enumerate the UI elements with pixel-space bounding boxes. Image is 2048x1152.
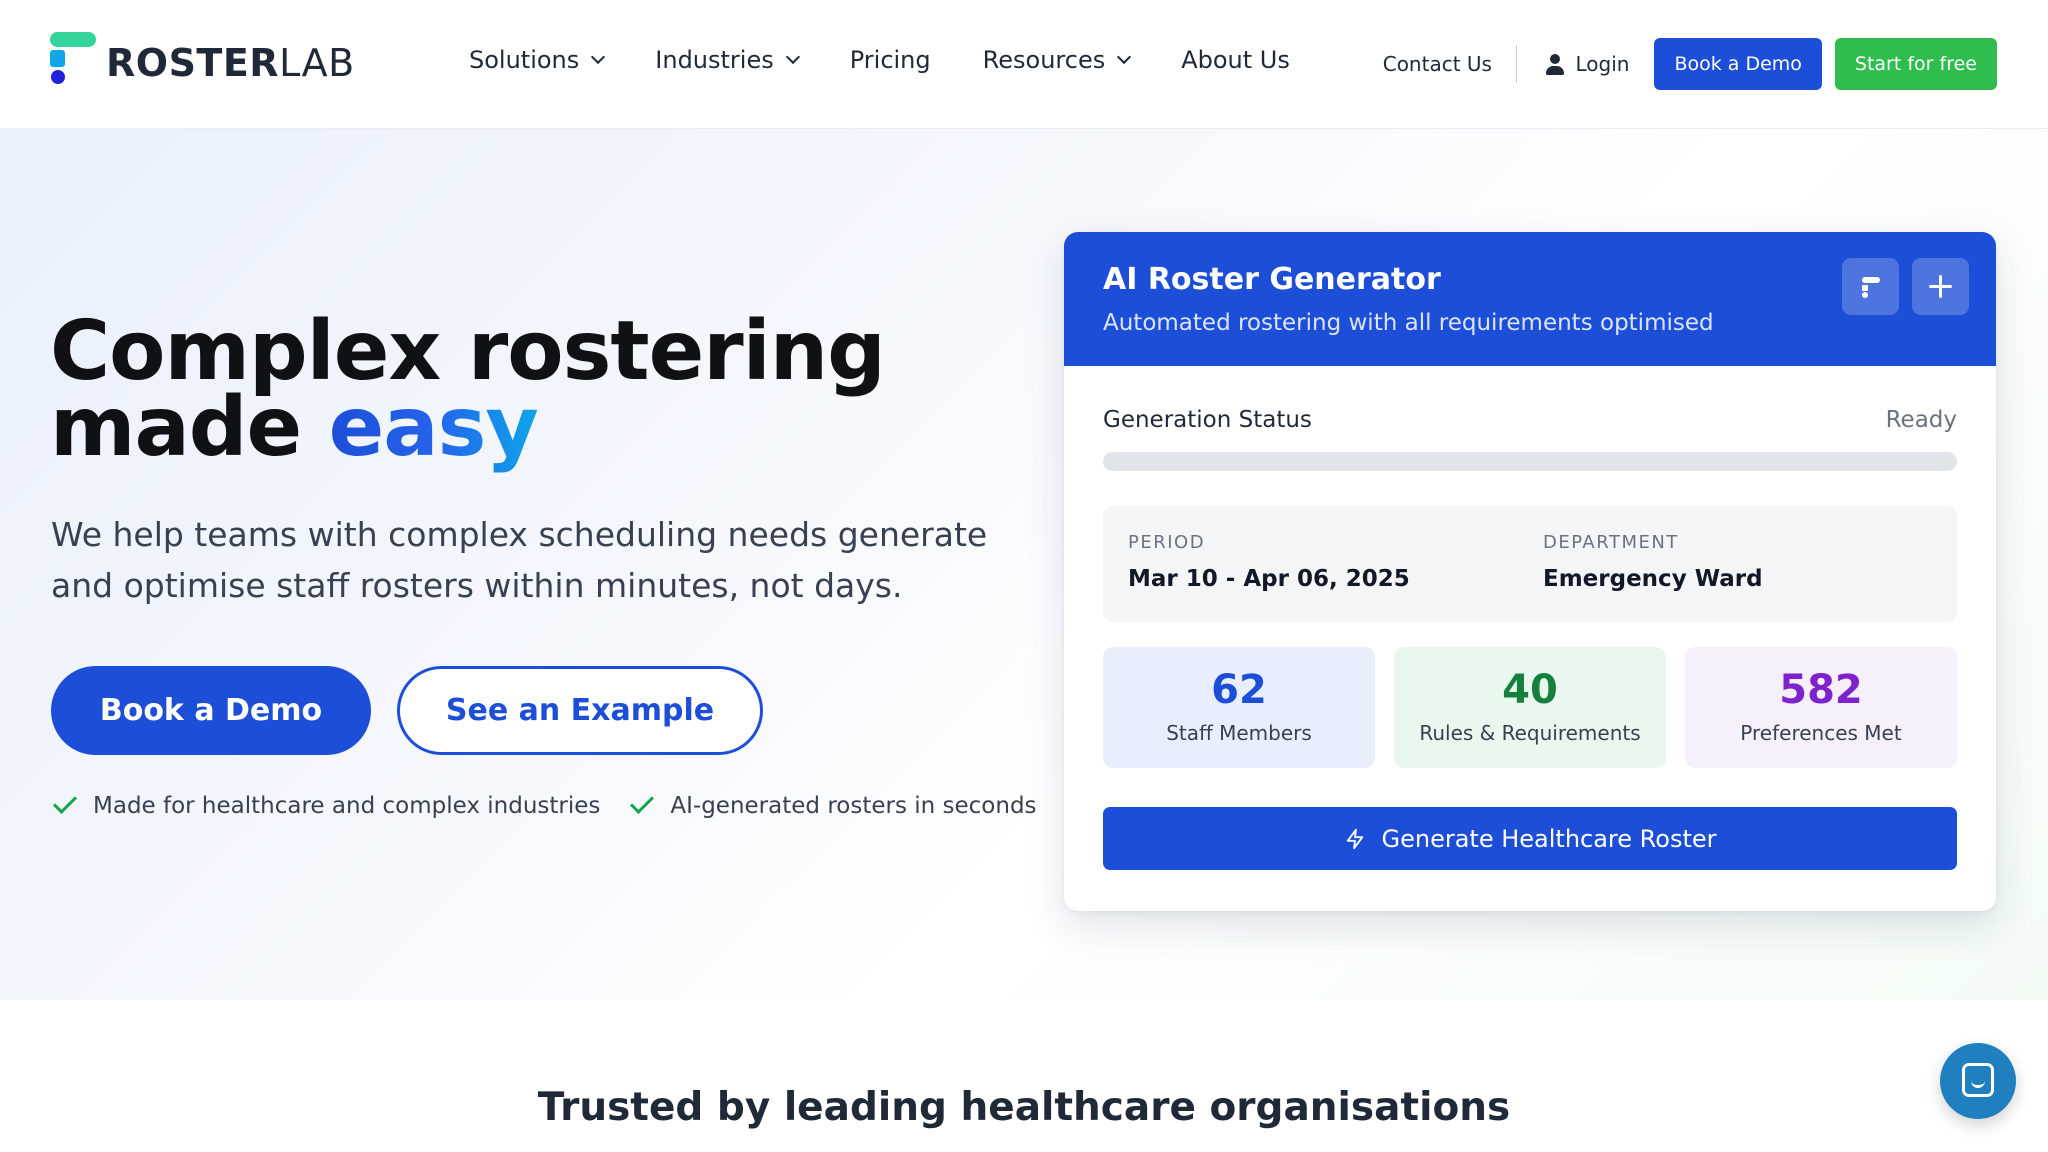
headline-highlight: easy — [328, 380, 539, 475]
trusted-by-heading: Trusted by leading healthcare organisati… — [537, 1085, 1511, 1130]
hero-headline: Complex rostering made easy — [50, 311, 886, 469]
menu-item-label: Industries — [655, 46, 774, 74]
generation-status-value: Ready — [1885, 407, 1957, 433]
menu-item-industries[interactable]: Industries — [655, 46, 800, 74]
stats-row: 62 Staff Members 40 Rules & Requirements… — [1103, 647, 1957, 768]
checklist-item-label: Made for healthcare and complex industri… — [93, 793, 601, 819]
book-demo-nav-button[interactable]: Book a Demo — [1654, 38, 1822, 90]
headline-line-2-prefix: made — [50, 380, 329, 475]
check-icon — [52, 789, 78, 815]
stat-label: Rules & Requirements — [1419, 721, 1641, 745]
stat-label: Preferences Met — [1740, 721, 1902, 745]
stat-preferences-met: 582 Preferences Met — [1685, 647, 1957, 768]
department-value: Emergency Ward — [1543, 566, 1763, 592]
logo-mark-icon — [50, 32, 100, 86]
menu-item-label: Pricing — [849, 46, 931, 74]
menu-item-label: Resources — [982, 46, 1106, 74]
hero-cta-row: Book a Demo See an Example — [51, 666, 763, 755]
stat-value: 62 — [1211, 667, 1267, 713]
hero-subtitle: We help teams with complex scheduling ne… — [51, 515, 988, 605]
menu-item-resources[interactable]: Resources — [982, 46, 1132, 74]
period-value: Mar 10 - Apr 06, 2025 — [1128, 566, 1410, 592]
see-example-button[interactable]: See an Example — [397, 666, 763, 755]
card-header: AI Roster Generator Automated rostering … — [1064, 232, 1996, 366]
card-subtitle: Automated rostering with all requirement… — [1103, 310, 1714, 336]
plus-icon — [1929, 275, 1952, 298]
roster-info-panel: PERIOD Mar 10 - Apr 06, 2025 DEPARTMENT … — [1103, 506, 1957, 622]
book-demo-button[interactable]: Book a Demo — [51, 666, 371, 755]
chat-launcher-button[interactable] — [1940, 1043, 2016, 1119]
add-button[interactable] — [1912, 258, 1969, 315]
bolt-icon — [1346, 828, 1363, 849]
stat-staff-members: 62 Staff Members — [1103, 647, 1375, 768]
nav-divider — [1515, 45, 1518, 83]
generation-progress-bar — [1103, 452, 1957, 471]
menu-item-label: About Us — [1181, 46, 1290, 74]
checklist-item-label: AI-generated rosters in seconds — [670, 793, 1037, 819]
rosterlab-mini-icon — [1862, 277, 1880, 298]
stat-value: 582 — [1779, 667, 1863, 713]
generation-status-label: Generation Status — [1103, 407, 1312, 433]
check-icon — [630, 789, 655, 815]
stat-label: Staff Members — [1166, 721, 1312, 745]
stat-value: 40 — [1502, 667, 1558, 713]
nav-actions: Contact Us Login Book a Demo Start for f… — [1383, 38, 1997, 90]
roster-generator-card: AI Roster Generator Automated rostering … — [1064, 232, 1996, 911]
chevron-down-icon — [785, 49, 800, 65]
checklist-item: Made for healthcare and complex industri… — [51, 789, 601, 819]
rosterlab-logo[interactable]: ROSTERLAB — [50, 32, 355, 86]
generate-roster-button[interactable]: Generate Healthcare Roster — [1103, 807, 1957, 870]
chevron-down-icon — [591, 49, 606, 65]
chevron-down-icon — [1117, 49, 1132, 65]
top-navbar: ROSTERLAB Solutions Industries Pricing R… — [0, 0, 2048, 129]
start-for-free-button[interactable]: Start for free — [1834, 38, 1997, 90]
checklist-item: AI-generated rosters in seconds — [628, 789, 1037, 819]
login-link[interactable]: Login — [1545, 52, 1629, 76]
main-menu: Solutions Industries Pricing Resources A… — [469, 46, 1342, 74]
period-label: PERIOD — [1128, 532, 1206, 553]
logo-action-button[interactable] — [1842, 258, 1899, 315]
stat-rules-requirements: 40 Rules & Requirements — [1394, 647, 1666, 768]
department-label: DEPARTMENT — [1543, 532, 1679, 553]
contact-us-link[interactable]: Contact Us — [1383, 52, 1492, 76]
chat-icon — [1962, 1063, 1994, 1097]
menu-item-solutions[interactable]: Solutions — [469, 46, 606, 74]
hero-section: Complex rostering made easy We help team… — [0, 129, 2048, 1000]
menu-item-label: Solutions — [469, 46, 580, 74]
hero-checklist: Made for healthcare and complex industri… — [51, 789, 1065, 819]
menu-item-about-us[interactable]: About Us — [1181, 46, 1290, 74]
logo-wordmark: ROSTERLAB — [106, 41, 355, 85]
card-title: AI Roster Generator — [1103, 262, 1441, 297]
generate-roster-label: Generate Healthcare Roster — [1381, 824, 1717, 853]
user-icon — [1545, 53, 1565, 75]
login-label: Login — [1575, 52, 1630, 76]
menu-item-pricing[interactable]: Pricing — [850, 46, 931, 74]
